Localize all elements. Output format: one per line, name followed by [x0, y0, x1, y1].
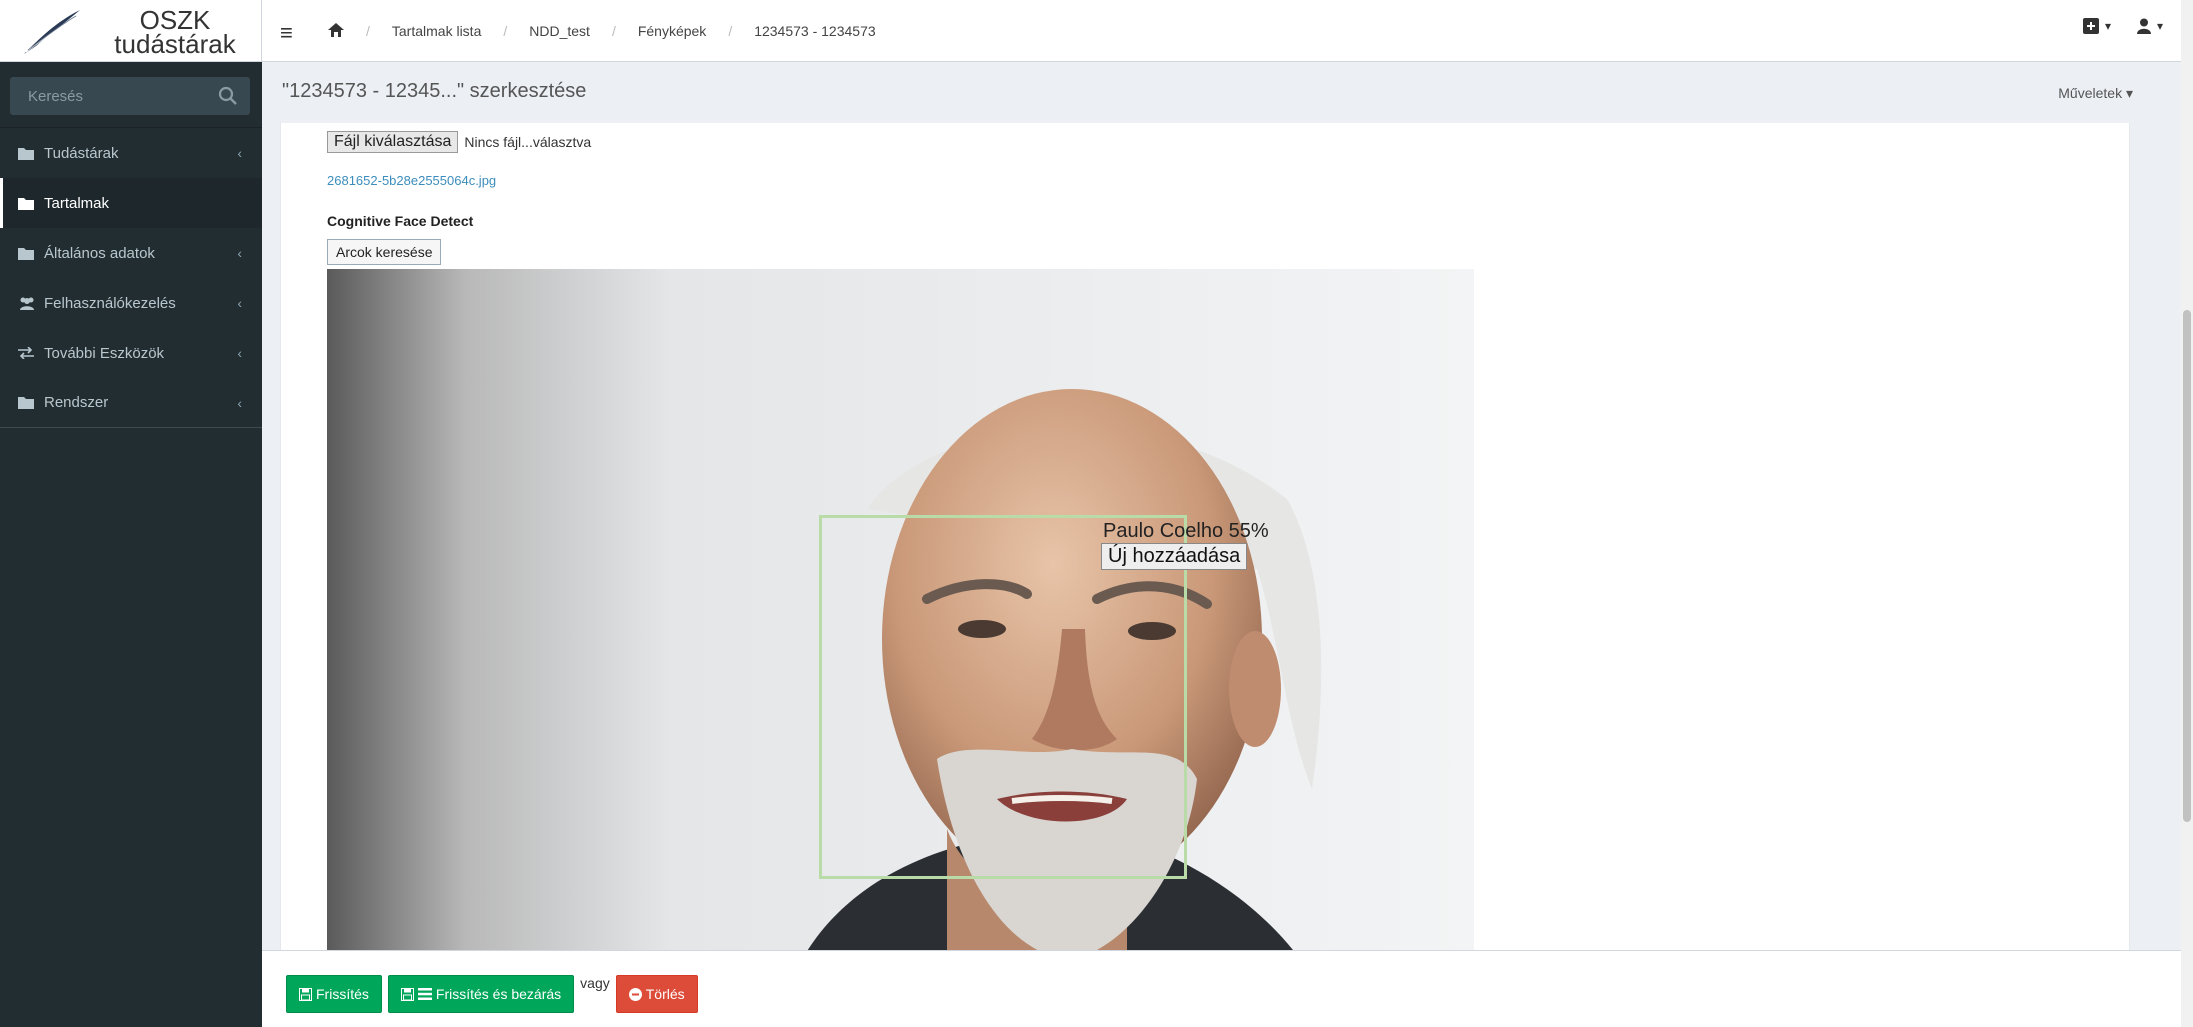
- sidebar-item-label: Felhasználókezelés: [44, 294, 176, 312]
- top-header: ≡ / Tartalmak lista / NDD_test / Fénykép…: [262, 0, 2193, 62]
- no-file-text: Nincs fájl...választva: [464, 134, 592, 150]
- page-scrollbar-thumb[interactable]: [2183, 310, 2191, 822]
- folder-icon: [18, 245, 38, 261]
- plus-square-icon: [2082, 18, 2099, 34]
- logo[interactable]: OSZK tudástárak: [0, 0, 262, 62]
- choose-file-button[interactable]: Fájl kiválasztása: [327, 131, 459, 153]
- breadcrumb-separator: /: [728, 23, 733, 39]
- delete-button[interactable]: Törlés: [615, 975, 698, 1013]
- sidebar-item-tudastarak[interactable]: Tudástárak ‹: [0, 128, 262, 178]
- home-icon[interactable]: [328, 23, 344, 39]
- content-header: "1234573 - 12345..." szerkesztése Művele…: [262, 63, 2193, 123]
- breadcrumb-separator: /: [611, 23, 616, 39]
- sidebar-item-tovabbi-eszkozok[interactable]: További Eszközök ‹: [0, 328, 262, 378]
- sidebar-search: [10, 77, 250, 115]
- sidebar-item-altalanos-adatok[interactable]: Általános adatok ‹: [0, 228, 262, 278]
- sidebar-menu: Tudástárak ‹ Tartalmak Általános adatok …: [0, 127, 262, 428]
- refresh-button[interactable]: Frissítés: [286, 975, 382, 1013]
- save-icon: [299, 987, 312, 1001]
- breadcrumb-item[interactable]: Fényképek: [638, 23, 706, 39]
- breadcrumb-separator: /: [366, 23, 370, 39]
- list-icon: [417, 988, 432, 1000]
- sidebar-item-label: Tartalmak: [44, 194, 110, 212]
- user-menu-button[interactable]: ▾: [2136, 18, 2163, 34]
- breadcrumb-current: 1234573 - 1234573: [754, 23, 876, 39]
- header-tools: ▾ ▾: [2082, 18, 2163, 34]
- brand-line2: tudástárak: [114, 29, 236, 59]
- sidebar-item-label: Általános adatok: [44, 244, 155, 262]
- brand-name: OSZK tudástárak: [100, 7, 250, 59]
- actions-label: Műveletek: [2058, 85, 2123, 101]
- caret-down-icon: ▾: [2104, 19, 2111, 33]
- page-title: "1234573 - 12345..." szerkesztése: [282, 80, 587, 102]
- refresh-close-label: Frissítés és bezárás: [435, 986, 562, 1002]
- exchange-icon: [18, 345, 38, 361]
- feather-logo-icon: [24, 10, 80, 54]
- caret-down-icon: ▾: [2125, 85, 2133, 101]
- breadcrumb-separator: /: [503, 23, 508, 39]
- sidebar-item-felhasznalokezeles[interactable]: Felhasználókezelés ‹: [0, 278, 262, 328]
- edit-form: Fájl kiválasztása Nincs fájl...választva…: [280, 123, 2130, 950]
- chevron-left-icon: ‹: [237, 395, 242, 411]
- chevron-left-icon: ‹: [237, 295, 242, 311]
- or-text: vagy: [580, 975, 610, 991]
- chevron-left-icon: ‹: [237, 245, 242, 261]
- delete-label: Törlés: [645, 986, 685, 1002]
- sidebar-item-label: Tudástárak: [44, 144, 119, 162]
- save-icon: [400, 987, 414, 1001]
- sidebar-item-label: Rendszer: [44, 394, 109, 411]
- user-icon: [2136, 18, 2151, 34]
- sidebar-item-label: További Eszközök: [44, 344, 165, 362]
- breadcrumb: / Tartalmak lista / NDD_test / Fényképek…: [328, 0, 876, 62]
- face-detect-label: Cognitive Face Detect: [327, 213, 474, 229]
- folder-icon: [18, 395, 38, 411]
- form-footer: Frissítés Frissítés és bezárás vagy Törl…: [262, 950, 2193, 1027]
- face-search-button[interactable]: Arcok keresése: [327, 239, 442, 265]
- breadcrumb-item[interactable]: NDD_test: [529, 23, 590, 39]
- refresh-close-button[interactable]: Frissítés és bezárás: [387, 975, 575, 1013]
- chevron-left-icon: ‹: [237, 345, 242, 361]
- search-icon[interactable]: [218, 86, 238, 106]
- sidebar: OSZK tudástárak Tudástárak ‹ Tartalmak: [0, 0, 262, 1027]
- folder-icon: [18, 195, 38, 211]
- search-input[interactable]: [10, 77, 210, 115]
- caret-down-icon: ▾: [2156, 19, 2163, 33]
- hamburger-menu-icon[interactable]: ≡: [280, 20, 293, 46]
- sidebar-item-tartalmak[interactable]: Tartalmak: [0, 178, 262, 228]
- footer-buttons: Frissítés Frissítés és bezárás vagy Törl…: [286, 975, 698, 1013]
- add-menu-button[interactable]: ▾: [2082, 18, 2111, 34]
- sidebar-item-rendszer[interactable]: Rendszer ‹: [0, 378, 262, 428]
- folder-icon: [18, 145, 38, 161]
- file-upload-row: Fájl kiválasztása Nincs fájl...választva: [327, 131, 591, 153]
- face-result-label: Paulo Coelho 55%: [1103, 520, 1269, 542]
- file-link[interactable]: 2681652-5b28e2555064c.jpg: [327, 173, 496, 188]
- users-icon: [18, 295, 38, 311]
- add-face-button[interactable]: Új hozzáadása: [1101, 543, 1248, 570]
- actions-dropdown[interactable]: Műveletek ▾: [2058, 85, 2133, 102]
- chevron-left-icon: ‹: [237, 145, 242, 161]
- breadcrumb-item[interactable]: Tartalmak lista: [392, 23, 481, 39]
- refresh-label: Frissítés: [316, 986, 369, 1002]
- minus-circle-icon: [628, 987, 642, 1001]
